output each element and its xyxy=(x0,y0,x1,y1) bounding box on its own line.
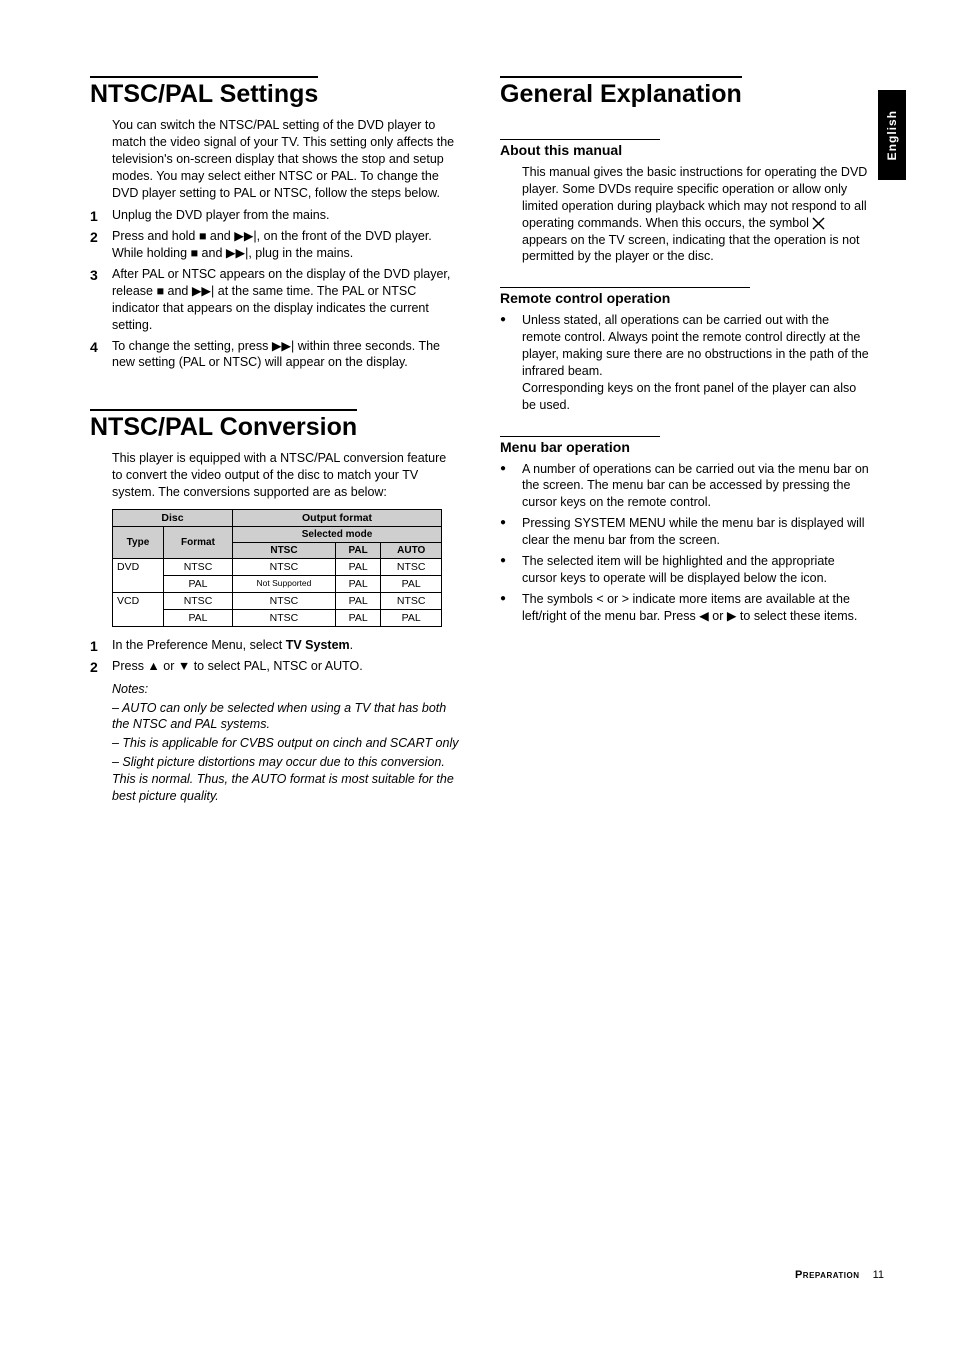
notes-block: Notes: – AUTO can only be selected when … xyxy=(112,681,460,805)
th-output: Output format xyxy=(233,509,442,526)
ntsc-pal-settings-body: You can switch the NTSC/PAL setting of t… xyxy=(112,117,460,201)
th-selected: Selected mode xyxy=(233,526,442,542)
list-item: Pressing SYSTEM MENU while the menu bar … xyxy=(500,515,870,549)
ntsc-pal-conversion-body: This player is equipped with a NTSC/PAL … xyxy=(112,450,460,501)
th-disc: Disc xyxy=(113,509,233,526)
list-item: Unless stated, all operations can be car… xyxy=(500,312,870,413)
about-manual-subheading: About this manual xyxy=(500,142,870,158)
step-2: 2Press ▲ or ▼ to select PAL, NTSC or AUT… xyxy=(90,658,460,675)
left-column: NTSC/PAL Settings You can switch the NTS… xyxy=(90,70,460,807)
note-item: – Slight picture distortions may occur d… xyxy=(112,754,460,805)
menu-bar-subheading: Menu bar operation xyxy=(500,439,870,455)
general-explanation-heading: General Explanation xyxy=(500,76,742,109)
th-mode-pal: PAL xyxy=(335,542,381,558)
table-row: VCD NTSC NTSC PAL NTSC xyxy=(113,592,442,609)
step-4: 4To change the setting, press ▶▶| within… xyxy=(90,338,460,372)
footer: Preparation 11 xyxy=(795,1269,884,1281)
not-permitted-icon xyxy=(812,217,825,230)
list-item: The selected item will be highlighted an… xyxy=(500,553,870,587)
note-item: – This is applicable for CVBS output on … xyxy=(112,735,460,752)
th-format: Format xyxy=(163,526,232,558)
th-mode-auto: AUTO xyxy=(381,542,442,558)
remote-control-list: Unless stated, all operations can be car… xyxy=(500,312,870,413)
table-row: DVD NTSC NTSC PAL NTSC xyxy=(113,558,442,575)
notes-label: Notes: xyxy=(112,681,460,698)
list-item: A number of operations can be carried ou… xyxy=(500,461,870,512)
step-1: 1 In the Preference Menu, select TV Syst… xyxy=(90,637,460,654)
menu-bar-list: A number of operations can be carried ou… xyxy=(500,461,870,625)
language-tab-label: English xyxy=(885,110,899,160)
ntsc-pal-conversion-heading: NTSC/PAL Conversion xyxy=(90,409,357,442)
th-type: Type xyxy=(113,526,164,558)
about-manual-body: This manual gives the basic instructions… xyxy=(522,164,870,265)
language-tab: English xyxy=(878,90,906,180)
step-1: 1Unplug the DVD player from the mains. xyxy=(90,207,460,224)
ntsc-pal-settings-heading: NTSC/PAL Settings xyxy=(90,76,318,109)
step-2: 2Press and hold ■ and ▶▶|, on the front … xyxy=(90,228,460,262)
note-item: – AUTO can only be selected when using a… xyxy=(112,700,460,734)
th-mode-ntsc: NTSC xyxy=(233,542,336,558)
ntsc-pal-settings-steps: 1Unplug the DVD player from the mains. 2… xyxy=(90,207,460,371)
step-3: 3After PAL or NTSC appears on the displa… xyxy=(90,266,460,334)
remote-control-subheading: Remote control operation xyxy=(500,290,870,306)
right-column: General Explanation About this manual Th… xyxy=(500,70,870,807)
footer-page-number: 11 xyxy=(873,1269,884,1281)
list-item: The symbols < or > indicate more items a… xyxy=(500,591,870,625)
conversion-steps: 1 In the Preference Menu, select TV Syst… xyxy=(90,637,460,675)
footer-section-label: Preparation xyxy=(795,1269,860,1281)
conversion-table: Disc Output format Type Format Selected … xyxy=(112,509,442,627)
